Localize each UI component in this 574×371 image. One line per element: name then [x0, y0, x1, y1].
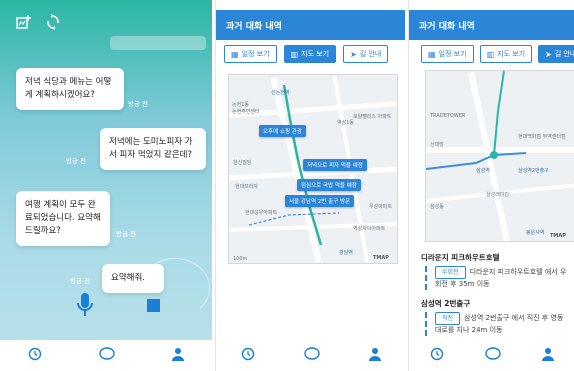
map-label: 신논현역	[271, 90, 290, 96]
chat-toolbar	[16, 14, 60, 34]
map-label: 삼성역	[476, 168, 490, 174]
map-icon: ▥	[486, 49, 495, 59]
map-label: 한신빌딩	[233, 160, 252, 166]
history-icon[interactable]	[28, 347, 42, 365]
map-label: 삼성역2번출구	[518, 168, 549, 174]
bottom-nav	[0, 341, 212, 371]
map-brand: TMAP	[550, 233, 566, 239]
map-label: 역삼1동	[337, 120, 354, 126]
profile-icon[interactable]	[171, 347, 184, 365]
tab-schedule[interactable]: ▦ 일정 보기	[224, 45, 277, 63]
map-label: 로얄팰리스 아파트	[353, 114, 392, 120]
map-label: 논현주민센터	[232, 109, 260, 115]
history-map-screen: 과거 대화 내역 ▦ 일정 보기 ▥ 지도 보기 ➤ 길 안내 신논현역 논현1동 논…	[215, 0, 405, 371]
tab-map[interactable]: ▥ 지도 보기	[479, 45, 533, 63]
route-step: 우회전 디라운지 피크하우트호텔 에서 우회전 후 35m 이동	[425, 266, 567, 290]
message-time: 방금 전	[128, 100, 149, 108]
view-tabs: ▦일정 보기 ▥지도 보기 ➤길 안내	[421, 45, 574, 63]
map-label: 삼성래미안	[486, 192, 510, 198]
profile-icon[interactable]	[369, 347, 382, 365]
bottom-nav	[409, 341, 574, 371]
map-view[interactable]: 신논현역 논현1동 논현주민센터 역삼1동 로얄팰리스 아파트 한신빌딩 현대프…	[228, 74, 398, 264]
map-label: 우성아파트	[369, 204, 393, 210]
message-time: 방금 전	[70, 277, 91, 285]
map-label: 논현1동	[232, 102, 249, 108]
calendar-icon: ▦	[428, 49, 436, 59]
profile-icon[interactable]	[542, 347, 555, 365]
chat-screen: 저녁 식당과 메뉴는 어떻게 계획하시겠어요? 방금 전 저녁에는 도미노피자 …	[0, 0, 212, 371]
map-label: 강남역	[339, 250, 353, 256]
microphone-icon[interactable]	[75, 292, 95, 318]
chat-icon[interactable]	[99, 347, 115, 365]
chat-icon[interactable]	[304, 347, 320, 365]
map-label: 역삼자이아파트	[353, 226, 386, 232]
chat-bubble-assistant: 여행 계획이 모두 완료되었습니다. 요약해드릴까요?	[16, 191, 110, 246]
add-note-icon[interactable]	[16, 14, 32, 34]
map-pin[interactable]: 오후에 쇼핑 관광	[259, 125, 306, 137]
map-icon: ▥	[290, 49, 299, 59]
message-time: 방금 전	[66, 157, 87, 165]
direction-badge: 직진	[435, 312, 461, 325]
chat-bubble-assistant: 저녁 식당과 메뉴는 어떻게 계획하시겠어요?	[16, 68, 124, 110]
message-time: 방금 전	[116, 230, 137, 238]
chat-icon[interactable]	[485, 347, 501, 365]
place-title: 삼성역 2번출구	[421, 299, 471, 308]
map-label: 봉은사역	[526, 230, 545, 236]
header-bar: 과거 대화 내역	[409, 10, 574, 40]
guide-screen: 과거 대화 내역 ▦일정 보기 ▥지도 보기 ➤길 안내 TRADETOWER …	[408, 0, 574, 371]
bottom-nav	[216, 341, 405, 371]
view-tabs: ▦일정 보기 ▥지도 보기 ➤길 안내	[224, 45, 389, 63]
route-line	[426, 71, 527, 170]
route-step: 직진 삼성역 2번출구 에서 직진 후 영동대로를 지나 24m 이동	[425, 312, 567, 336]
faded-message	[110, 36, 206, 50]
navigation-icon: ➤	[350, 49, 357, 59]
page-title: 과거 대화 내역	[226, 22, 282, 32]
refresh-icon[interactable]	[46, 14, 60, 34]
tab-map[interactable]: ▥ 지도 보기	[283, 45, 337, 63]
map-label: 현대프라자	[235, 184, 259, 190]
map-label: 삼성동	[430, 204, 444, 210]
page-title: 과거 대화 내역	[419, 22, 475, 32]
map-pin[interactable]: 저녁으로 피자 먹을 예정	[303, 159, 367, 171]
map-scale: 100m	[233, 256, 248, 262]
navigation-icon: ➤	[545, 49, 552, 59]
map-label: 현대백화점 무역센터점	[518, 134, 566, 140]
history-icon[interactable]	[430, 347, 444, 365]
tab-navigation[interactable]: ➤길 안내	[538, 45, 574, 63]
map-brand: TMAP	[373, 255, 389, 261]
map-label: TRADETOWER	[430, 113, 466, 119]
calendar-icon: ▦	[231, 49, 239, 59]
map-pin[interactable]: 점심으로 국밥 먹을 예정	[297, 179, 361, 191]
chat-bubble-user: 저녁에는 도미노피자 가서 피자 먹었지 같은데?	[100, 128, 206, 170]
tab-navigation[interactable]: ➤길 안내	[343, 45, 389, 63]
route-map[interactable]: TRADETOWER 신대방 삼성역 삼성역2번출구 현대백화점 무역센터점 삼…	[425, 70, 574, 242]
stop-icon[interactable]	[147, 299, 160, 312]
map-label: 신대방	[430, 142, 444, 148]
place-title: 디라운지 피크하우트호텔	[421, 253, 500, 262]
tab-schedule[interactable]: ▦ 일정 보기	[421, 45, 474, 63]
map-pin[interactable]: 서울 강남역 2번 출구 방문	[285, 195, 355, 207]
header-bar: 과거 대화 내역	[216, 10, 405, 40]
direction-badge: 우회전	[435, 266, 466, 279]
history-icon[interactable]	[241, 347, 255, 365]
map-label: 현대성우아파트	[245, 210, 278, 216]
